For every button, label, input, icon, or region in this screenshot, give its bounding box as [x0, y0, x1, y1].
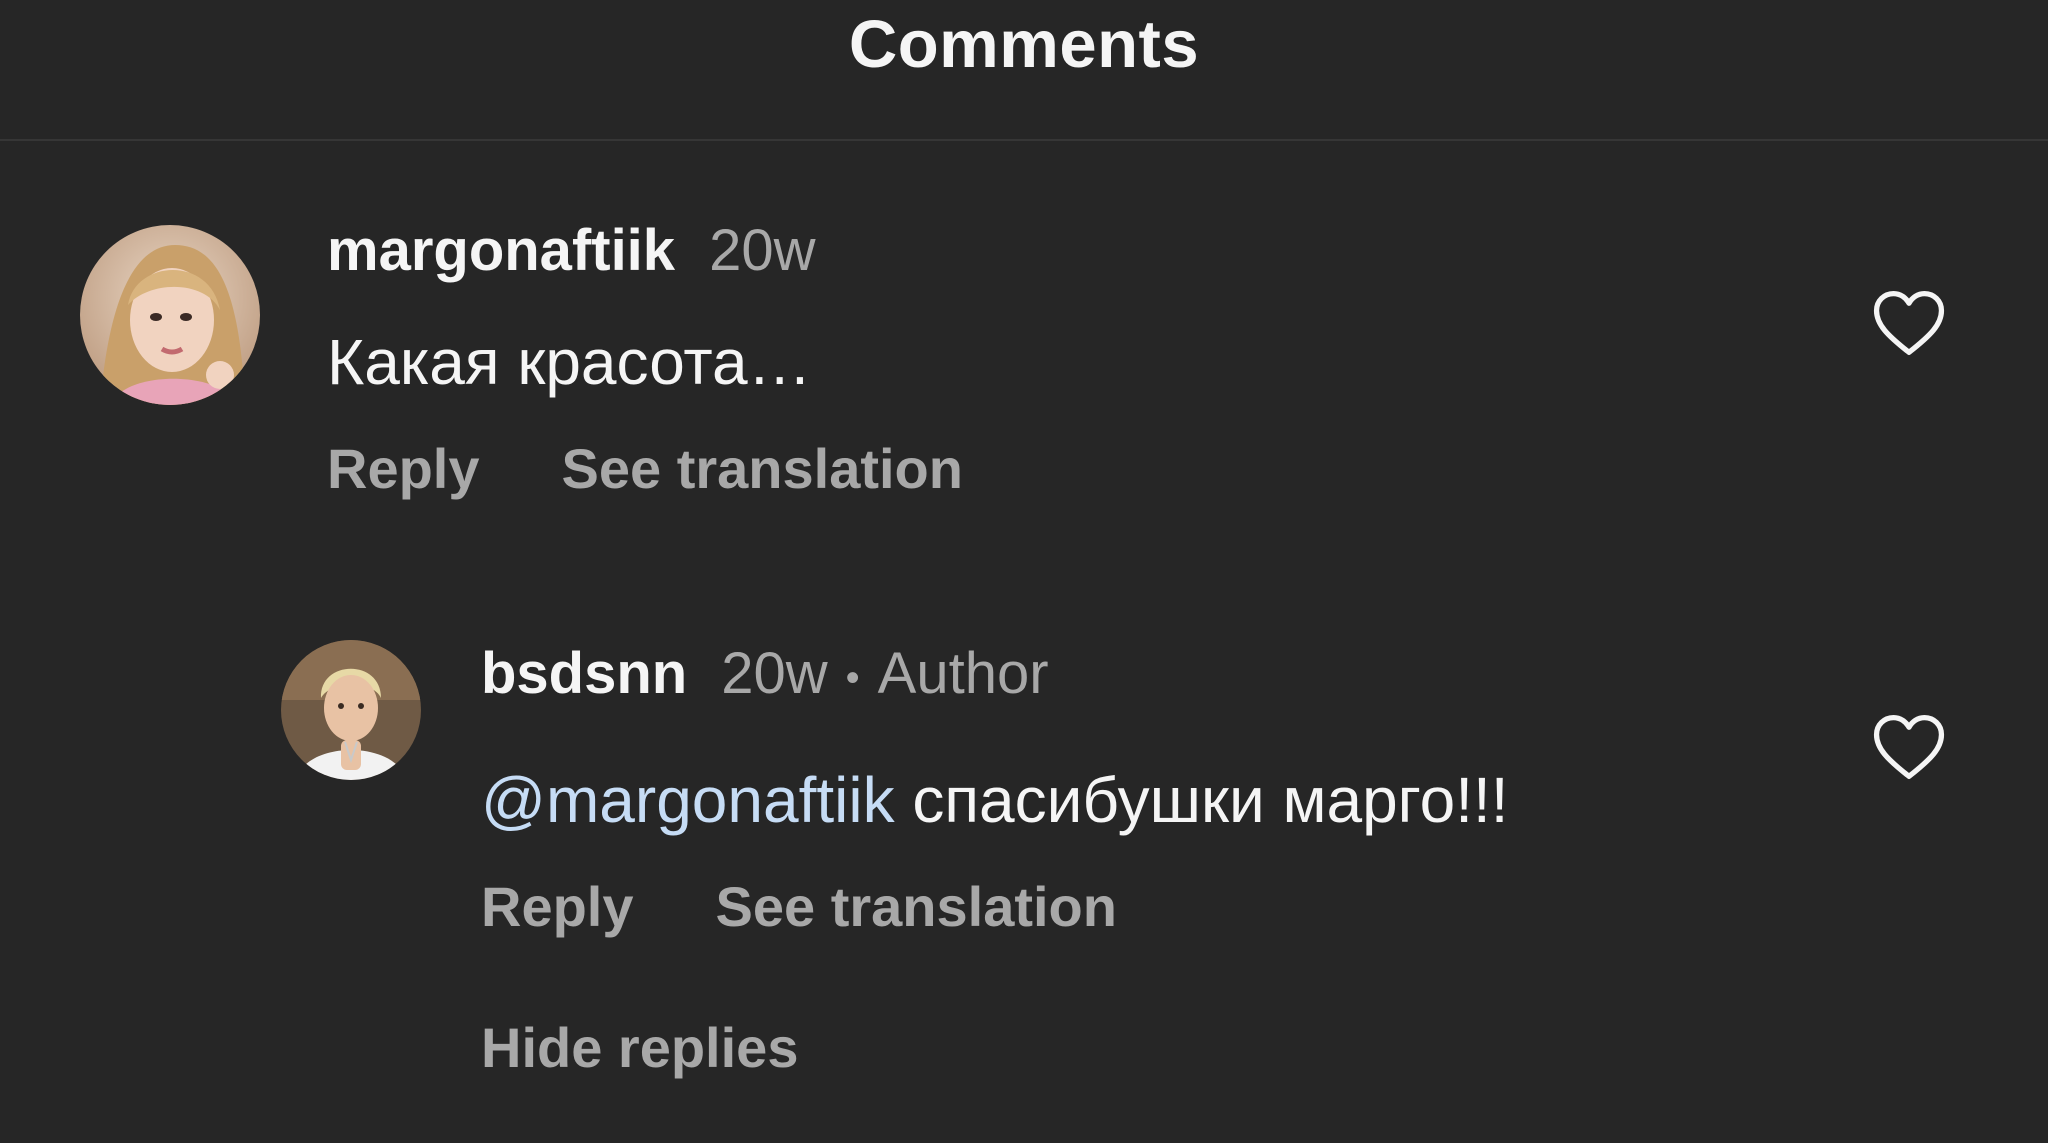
avatar[interactable]: [281, 640, 421, 780]
reply-time: 20w: [721, 641, 828, 706]
reply-message: спасибушки марго!!!: [894, 764, 1509, 836]
profile-photo: [80, 225, 260, 405]
author-badge: Author: [877, 641, 1049, 706]
see-translation-button[interactable]: See translation: [562, 441, 963, 497]
reply-meta: bsdsnn 20w • Author: [481, 645, 1049, 703]
reply-actions: Reply See translation: [481, 879, 1117, 935]
heart-outline-icon[interactable]: [1871, 289, 1947, 357]
meta-separator: •: [845, 655, 860, 700]
comment-actions: Reply See translation: [327, 441, 963, 497]
reply-button[interactable]: Reply: [327, 441, 480, 497]
heart-outline-icon[interactable]: [1871, 713, 1947, 781]
hide-replies-button[interactable]: Hide replies: [481, 1020, 798, 1076]
reply-text: @margonaftiik спасибушки марго!!!: [481, 768, 1509, 832]
avatar[interactable]: [80, 225, 260, 405]
comment-username[interactable]: margonaftiik: [327, 218, 675, 283]
comments-header: Comments: [0, 0, 2048, 141]
comments-screen: Comments margonaftiik 20w Какая красота……: [0, 0, 2048, 1143]
mention-link[interactable]: @margonaftiik: [481, 764, 895, 836]
comment-time: 20w: [709, 218, 816, 283]
reply-username[interactable]: bsdsnn: [481, 641, 687, 706]
comment-meta: margonaftiik 20w: [327, 222, 815, 280]
page-title: Comments: [848, 7, 1200, 82]
reply-button[interactable]: Reply: [481, 879, 634, 935]
profile-photo: [281, 640, 421, 780]
comment-text: Какая красота…: [327, 326, 812, 398]
see-translation-button[interactable]: See translation: [716, 879, 1117, 935]
